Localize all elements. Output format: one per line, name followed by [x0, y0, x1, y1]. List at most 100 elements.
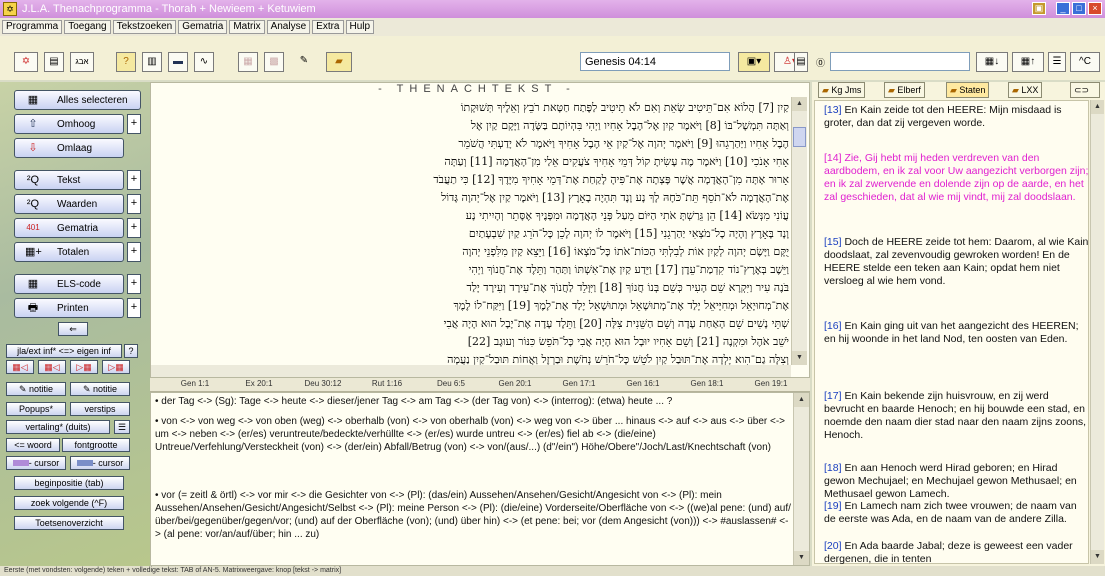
verse-18[interactable]: [18] En aan Henoch werd Hirad geboren; e… [824, 462, 1089, 501]
tab-elberf[interactable]: ▰ Elberf [884, 82, 925, 98]
tab-ex-20-1[interactable]: Ex 20:1 [234, 379, 284, 391]
scroll-up-arrow[interactable]: ▲ [792, 97, 807, 111]
print-plus-button[interactable]: + [127, 298, 141, 318]
screen-icon[interactable]: ▬ [168, 52, 188, 72]
scroll-up-arrow[interactable]: ▲ [794, 393, 809, 407]
nav-first-button[interactable]: ▦◁ [6, 360, 34, 374]
search-up-button[interactable]: ▦↑ [1012, 52, 1044, 72]
hebrew-line[interactable]: הֶבֶל אָחִיו וַיַּהַרְגֵהוּ [9] וַיֹּאמֶ… [169, 135, 789, 153]
folder-icon[interactable]: ▰ [326, 52, 352, 72]
totals-plus-button[interactable]: + [127, 242, 141, 262]
tab-gen-20-1[interactable]: Gen 20:1 [490, 379, 540, 391]
scroll-down-arrow[interactable]: ▼ [792, 351, 807, 365]
note-button-2[interactable]: ✎ notitie [70, 382, 130, 396]
up-plus-button[interactable]: + [127, 114, 141, 134]
tab-gen-19-1[interactable]: Gen 19:1 [746, 379, 796, 391]
els-button[interactable]: ▦ ELS-code [14, 274, 124, 294]
back-arrow-button[interactable]: ⇐ [58, 322, 88, 336]
down-button[interactable]: ⇩ Omlaag [14, 138, 124, 158]
values-button[interactable]: ²Q Waarden [14, 194, 124, 214]
page-icon[interactable]: ▤ [794, 52, 808, 72]
totals-button[interactable]: ▦+ Totalen [14, 242, 124, 262]
close-button[interactable]: × [1088, 2, 1102, 15]
star-of-david-icon[interactable]: ✡ [14, 52, 38, 72]
book-icon[interactable]: ▥ [142, 52, 162, 72]
hebrew-line[interactable]: אָרוּר אָתָּה מִן־הָאֲדָמָה אֲשֶׁר פָּצְ… [169, 171, 789, 189]
text-plus-button[interactable]: + [127, 170, 141, 190]
hebrew-hscrollbar[interactable] [151, 365, 791, 377]
verse-16[interactable]: [16] En Kain ging uit van het aangezicht… [824, 320, 1089, 346]
verse-14[interactable]: [14] Zie, Gij hebt mij heden verdreven v… [824, 152, 1089, 204]
hebrew-line[interactable]: יֹשֵׁב אֹהֶל וּמִקְנֶה [21] וְשֵׁם אָחִי… [169, 333, 789, 351]
menu-tekstzoeken[interactable]: Tekstzoeken [112, 20, 177, 34]
list-icon[interactable]: ☰ [1048, 52, 1066, 72]
hebrew-line[interactable]: קַיִן [7] הֲלוֹא אִם־תֵּיטִיב שְׂאֵת וְא… [169, 99, 789, 117]
font-size-button[interactable]: fontgrootte [62, 438, 130, 452]
translation-list-icon[interactable]: ☰ [114, 420, 130, 434]
scroll-down-arrow[interactable]: ▼ [794, 551, 809, 565]
hebrew-line[interactable]: שְׁתֵּי נָשִׁים שֵׁם הָאַחַת עָדָה וְשֵׁ… [169, 315, 789, 333]
word-back-button[interactable]: <= woord [6, 438, 60, 452]
menu-toegang[interactable]: Toegang [64, 20, 111, 34]
case-icon[interactable]: ^C [1070, 52, 1100, 72]
scroll-thumb[interactable] [793, 127, 806, 147]
hebrew-line[interactable]: יֻקָּם וַיָּשֶׂם יְהוָה לְקַיִן אוֹת לְב… [169, 243, 789, 261]
help-icon[interactable]: ? [116, 52, 136, 72]
reference-input[interactable] [580, 52, 730, 71]
select-all-button[interactable]: ▦ Alles selecteren [14, 90, 141, 110]
book-dropdown[interactable]: ▣▾ [738, 52, 770, 72]
hebrew-line[interactable]: אָחִי אָנֹכִי [10] וַיֹּאמֶר מֶה עָשִׂית… [169, 153, 789, 171]
nav-prev-button[interactable]: ▦◁ [38, 360, 66, 374]
menu-matrix[interactable]: Matrix [229, 20, 265, 34]
text-button[interactable]: ²Q Tekst [14, 170, 124, 190]
tab-deu-30-12[interactable]: Deu 30:12 [298, 379, 348, 391]
pen-icon[interactable]: ✎ [290, 52, 318, 72]
gematria-plus-button[interactable]: + [127, 218, 141, 238]
verse-15[interactable]: [15] Doch de HEERE zeide tot hem: Daarom… [824, 236, 1089, 288]
verse-17[interactable]: [17] En Kain bekende zijn huisvrouw, en … [824, 390, 1089, 442]
verstips-toggle[interactable]: verstips [70, 402, 130, 416]
window-icon[interactable]: ▤ [44, 52, 64, 72]
tab-staten[interactable]: ▰ Staten [946, 82, 990, 98]
tab-deu-6-5[interactable]: Deu 6:5 [426, 379, 476, 391]
tab-kg-jms[interactable]: ▰ Kg Jms [818, 82, 866, 98]
hebrew-line[interactable]: בֹּנֶה עִיר וַיִּקְרָא שֵׁם הָעִיר כְּשֵ… [169, 279, 789, 297]
hebrew-line[interactable]: וְאַתָּה תִּמְשָׁל־בּוֹ [8] וַיֹּאמֶר קַ… [169, 117, 789, 135]
scroll-up-arrow[interactable]: ▲ [1091, 100, 1104, 114]
hebrew-keyboard-icon[interactable]: אבג [70, 52, 94, 72]
hebrew-scrollbar[interactable]: ▲ ▼ [791, 97, 807, 365]
menu-gematria[interactable]: Gematria [178, 20, 228, 34]
find-next-button[interactable]: zoek volgende (^F) [14, 496, 124, 510]
tab-gen-1-1[interactable]: Gen 1:1 [170, 379, 220, 391]
cursor-color-2[interactable]: - cursor [70, 456, 130, 470]
translation-toggle[interactable]: vertaling* (duits) [6, 420, 110, 434]
chart-icon[interactable]: ∿ [194, 52, 214, 72]
tab-lxx[interactable]: ▰ LXX [1008, 82, 1043, 98]
nav-next-button[interactable]: ▷▦ [70, 360, 98, 374]
ext-info-toggle[interactable]: jla/ext inf* <=> eigen inf [6, 344, 122, 358]
gematria-button[interactable]: 401 Gematria [14, 218, 124, 238]
maximize-button[interactable]: □ [1072, 2, 1086, 15]
help-small-button[interactable]: ? [124, 344, 138, 358]
menu-analyse[interactable]: Analyse [266, 20, 311, 34]
hebrew-line[interactable]: עֲוֹנִי מִנְּשֹׂא [14] הֵן גֵּרַשְׁתָּ א… [169, 207, 789, 225]
print-button[interactable]: 🖶 Printen [14, 298, 124, 318]
tab-gen-17-1[interactable]: Gen 17:1 [554, 379, 604, 391]
hebrew-line[interactable]: אֶת־מְחוּיָאֵל וּמְחִיָּיאֵל יָלַד אֶת־מ… [169, 297, 789, 315]
menu-extra[interactable]: Extra [312, 20, 344, 34]
tab-rut-1-16[interactable]: Rut 1:16 [362, 379, 412, 391]
values-plus-button[interactable]: + [127, 194, 141, 214]
begin-position-button[interactable]: beginpositie (tab) [14, 476, 124, 490]
tab-gen-18-1[interactable]: Gen 18:1 [682, 379, 732, 391]
els-plus-button[interactable]: + [127, 274, 141, 294]
hebrew-line[interactable]: וָנָד בָּאָרֶץ וְהָיָה כָל־מֹצְאִי יַהַר… [169, 225, 789, 243]
hebrew-line[interactable]: וַיֵּשֶׁב בְּאֶרֶץ־נוֹד קִדְמַת־עֵדֶן [1… [169, 261, 789, 279]
hebrew-line[interactable]: אֶת־הָאֲדָמָה לֹא־תֹסֵף תֵּת־כֹּחָהּ לָך… [169, 189, 789, 207]
cursor-color-1[interactable]: - cursor [6, 456, 66, 470]
menu-programma[interactable]: Programma [2, 20, 63, 34]
translation-scrollbar[interactable]: ▲ ▼ [793, 393, 809, 565]
menu-hulp[interactable]: Hulp [345, 20, 375, 34]
up-button[interactable]: ⇧ Omhoog [14, 114, 124, 134]
minimize-button[interactable]: _ [1056, 2, 1070, 15]
keys-overview-button[interactable]: Toetsenoverzicht [14, 516, 124, 530]
